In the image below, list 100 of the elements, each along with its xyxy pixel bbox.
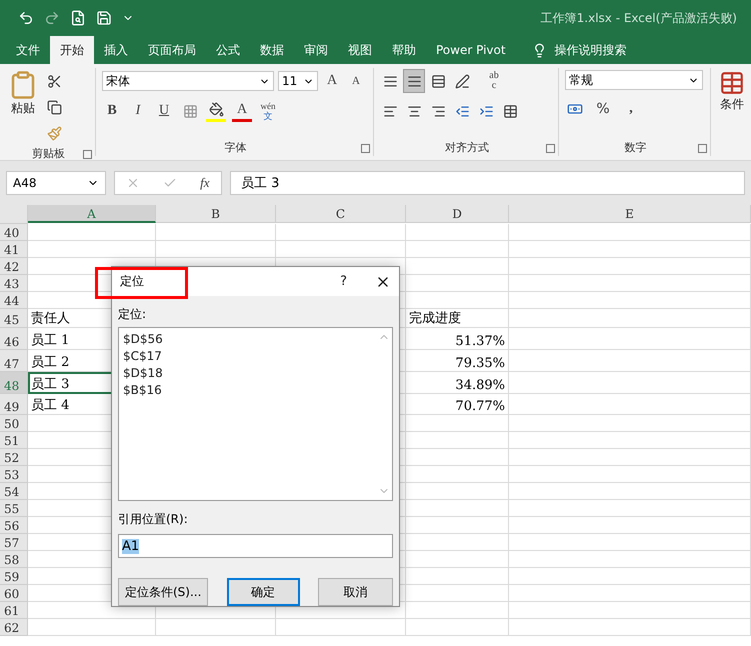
table-cell: 51.37% (406, 328, 509, 350)
italic-button[interactable]: I (128, 100, 148, 122)
column-header[interactable]: B (156, 205, 276, 223)
undo-button[interactable] (18, 10, 34, 26)
dialog-button[interactable]: 确定 (226, 578, 300, 606)
field-label: 引用位置(R): (118, 511, 189, 528)
row-header[interactable]: 55 (0, 500, 28, 517)
paste-button[interactable]: 粘贴 (6, 70, 40, 144)
window-title: 工作簿1.xlsx - Excel(产品激活失败) (540, 10, 737, 26)
row-header[interactable]: 40 (0, 224, 28, 241)
print-preview-button[interactable] (70, 10, 86, 26)
ribbon-tab[interactable]: 审阅 (294, 36, 338, 64)
dialog-button[interactable]: 定位条件(S)... (118, 578, 208, 606)
row-header[interactable]: 45 (0, 309, 28, 328)
wrap-text-button[interactable]: ab c (484, 70, 504, 92)
underline-button[interactable]: U (154, 100, 174, 122)
row-header[interactable]: 43 (0, 275, 28, 292)
row-header[interactable]: 61 (0, 602, 28, 619)
reference-field[interactable]: A1 (118, 534, 393, 558)
font-size-field[interactable]: 11 (278, 71, 318, 91)
dialog-launcher-icon[interactable] (698, 144, 707, 152)
row-header[interactable]: 60 (0, 585, 28, 602)
conditional-format-button[interactable]: 条件 (717, 70, 747, 154)
ribbon-tab[interactable]: 数据 (250, 36, 294, 64)
document-search-icon (70, 10, 86, 26)
row-header[interactable]: 41 (0, 241, 28, 258)
group-label: 字体 (224, 140, 248, 156)
group-label: 剪贴板 (31, 146, 66, 162)
ribbon-tab[interactable]: 页面布局 (138, 36, 206, 64)
row-header[interactable]: 56 (0, 517, 28, 534)
dialog-title: 定位 (120, 273, 145, 290)
row-header[interactable]: 57 (0, 534, 28, 551)
row-header[interactable]: 48 (0, 372, 28, 394)
dialog-launcher-icon[interactable] (546, 144, 555, 152)
dialog-launcher-icon[interactable] (83, 150, 92, 158)
save-button[interactable] (96, 10, 112, 26)
row-header[interactable]: 50 (0, 415, 28, 432)
phonetic-button[interactable]: wén 文 (258, 100, 278, 122)
row-header[interactable]: 59 (0, 568, 28, 585)
ribbon-tab[interactable]: 视图 (338, 36, 382, 64)
indent-icon (478, 104, 494, 118)
align-left-icon (382, 104, 398, 118)
outdent-icon (454, 104, 470, 118)
ribbon-tab[interactable]: 文件 (6, 36, 50, 64)
name-box[interactable]: A48 (6, 171, 106, 195)
dialog-launcher-icon[interactable] (361, 144, 370, 152)
column-header[interactable]: A (28, 205, 156, 223)
copy-icon (46, 100, 62, 114)
comma-button[interactable]: , (621, 98, 641, 120)
rows-icon (430, 74, 446, 88)
row-header[interactable]: 51 (0, 432, 28, 449)
ribbon-tab[interactable]: 公式 (206, 36, 250, 64)
ribbon-tab[interactable]: Power Pivot (426, 36, 516, 64)
table-cell: 34.89% (406, 372, 509, 394)
help-button[interactable]: ? (340, 274, 347, 289)
table-icon (502, 104, 518, 118)
column-header[interactable]: D (406, 205, 509, 223)
reference-list[interactable]: $D$56 $C$17 $D$18 $B$16 (118, 327, 393, 501)
undo-icon (18, 10, 34, 26)
redo-button[interactable] (44, 10, 60, 26)
row-header[interactable]: 49 (0, 394, 28, 415)
ribbon-tab[interactable]: 开始 (50, 36, 94, 64)
row-header[interactable]: 44 (0, 292, 28, 309)
redo-icon (44, 10, 60, 26)
insert-function-button[interactable]: fx (200, 175, 210, 191)
row-header[interactable]: 42 (0, 258, 28, 275)
dialog-button[interactable]: 取消 (318, 578, 393, 606)
align-right-icon (430, 104, 446, 118)
formula-field[interactable]: 员工 3 (230, 171, 745, 195)
percent-button[interactable]: % (593, 98, 613, 120)
bold-button[interactable]: B (102, 100, 122, 122)
group-label: 数字 (624, 140, 648, 156)
row-header[interactable]: 47 (0, 350, 28, 372)
table-cell: 完成进度 (406, 309, 509, 328)
column-header[interactable]: C (276, 205, 406, 223)
row-header[interactable]: 58 (0, 551, 28, 568)
middle-align-button[interactable] (404, 70, 424, 92)
number-format-field[interactable]: 常规 (565, 70, 703, 90)
table-cell: 70.77% (406, 394, 509, 415)
lines-icon (406, 74, 422, 88)
grid-icon (182, 104, 198, 118)
column-header[interactable]: E (509, 205, 751, 223)
row-header[interactable]: 53 (0, 466, 28, 483)
paintbrush-icon (46, 126, 62, 140)
align-center-icon (406, 104, 422, 118)
list-label: 定位: (118, 306, 148, 323)
fill-color-button[interactable] (206, 100, 226, 122)
ribbon-tab[interactable]: 帮助 (382, 36, 426, 64)
row-header[interactable]: 62 (0, 619, 28, 636)
row-header[interactable]: 46 (0, 328, 28, 350)
row-header[interactable]: 52 (0, 449, 28, 466)
ribbon-tab[interactable]: 插入 (94, 36, 138, 64)
font-color-button[interactable]: A (232, 100, 252, 122)
grow-font-button[interactable]: A (322, 70, 342, 92)
shrink-font-button[interactable]: A (346, 70, 366, 92)
tell-me-search[interactable]: 操作说明搜索 (526, 36, 633, 64)
row-header[interactable]: 54 (0, 483, 28, 500)
font-name-field[interactable]: 宋体 (102, 71, 274, 91)
scissors-icon (46, 74, 62, 88)
lines-icon (382, 74, 398, 88)
